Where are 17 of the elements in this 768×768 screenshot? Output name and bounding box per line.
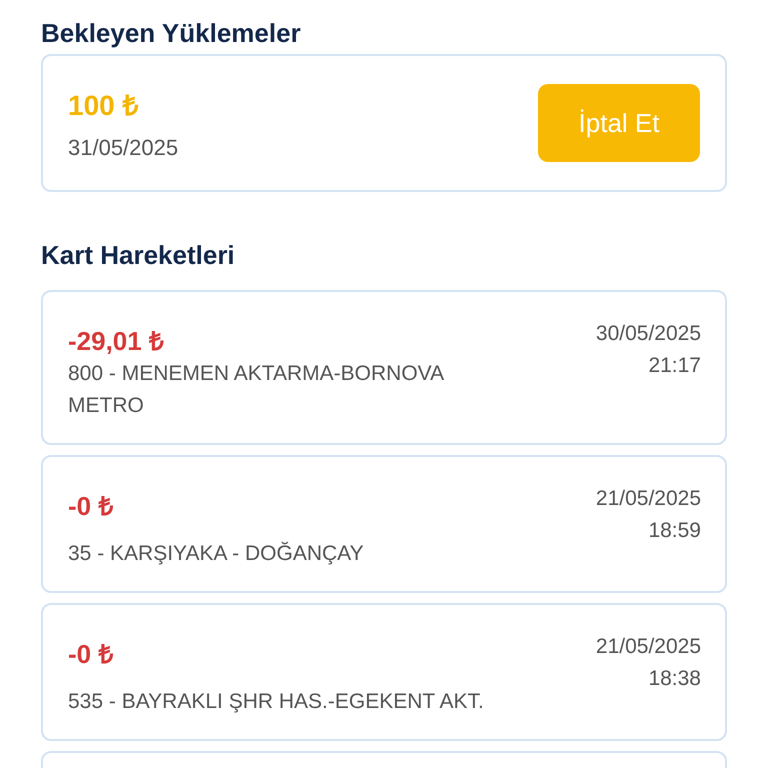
section-title: Bekleyen Yüklemeler — [41, 17, 302, 50]
time: 18:59 — [648, 518, 701, 544]
amount: -29,01 ₺ — [68, 325, 165, 358]
amount: 100 ₺ — [68, 89, 140, 123]
route-name: 800 - MENEMEN AKTARMA-BORNOVA METRO — [68, 361, 444, 419]
date: 31/05/2025 — [68, 135, 178, 161]
date: 30/05/2025 — [596, 321, 701, 347]
amount: -0 ₺ — [68, 638, 114, 671]
route-name: 35 - KARŞIYAKA - DOĞANÇAY — [68, 540, 365, 567]
time: 18:38 — [648, 666, 701, 692]
cancel-button[interactable]: İptal Et — [538, 84, 700, 162]
route-name: 535 - BAYRAKLI ŞHR HAS.-EGEKENT AKT. — [68, 689, 485, 715]
date: 21/05/2025 — [596, 486, 701, 512]
date: 21/05/2025 — [596, 634, 701, 660]
amount: -0 ₺ — [68, 490, 114, 523]
time: 21:17 — [648, 353, 701, 379]
section-title: Kart Hareketleri — [41, 239, 236, 272]
